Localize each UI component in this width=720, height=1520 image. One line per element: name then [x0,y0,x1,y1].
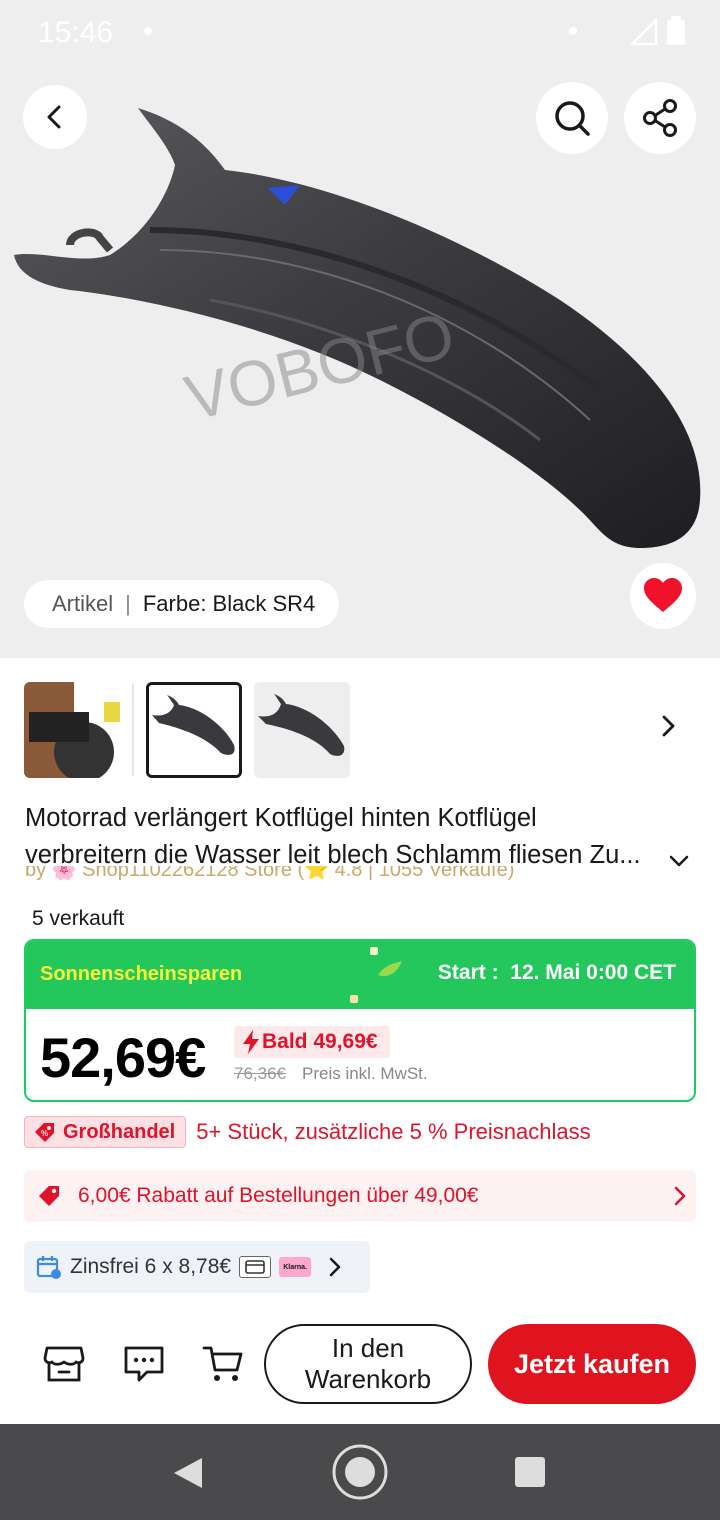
variant-value: Farbe: Black SR4 [142,591,316,616]
tag-icon: % [35,1123,54,1142]
status-time: 15:46 [38,16,114,49]
bulk-text: 5+ Stück, zusätzliche 5 % Preisnachlass [196,1119,591,1144]
product-title[interactable]: Motorrad verlängert Kotflügel hinten Kot… [25,800,685,874]
add-to-cart-button[interactable]: In den Warenkorb [264,1324,472,1404]
tax-note: Preis inkl. MwSt. [302,1064,428,1083]
variant-selector[interactable]: Artikel | Farbe: Black SR4 [24,580,340,628]
current-price: 52,69€ [40,1026,206,1089]
product-image: VOBOFO [14,108,701,548]
chevron-right-icon [674,1186,686,1206]
leaf-decoration-icon [350,947,402,1003]
thumbnail-strip [0,680,720,780]
thumbnail-image [24,682,120,778]
back-icon [47,105,61,129]
notification-dot [144,27,152,35]
variant-label: Artikel [52,591,114,616]
promo-header: Sonnenscheinsparen Start : 12. Mai 0:00 … [26,941,694,1009]
coupon-banner[interactable]: 6,00€ Rabatt auf Bestellungen über 49,00… [24,1170,696,1222]
cart-button[interactable] [201,1342,245,1386]
promo-start-value: 12. Mai 0:00 CET [510,961,676,984]
search-icon [555,101,590,136]
coupon-icon [39,1186,59,1206]
share-button[interactable] [624,82,696,154]
installment-banner[interactable]: Zinsfrei 6 x 8,78€ Klarna. [24,1241,370,1293]
store-button[interactable] [42,1342,86,1386]
bulk-badge-label: Großhandel [63,1120,176,1143]
card-icon [239,1256,272,1278]
bulk-badge: % Großhandel [24,1116,187,1148]
sold-count: 5 verkauft [32,907,125,930]
nav-back-icon[interactable] [172,1456,204,1490]
soon-price: Bald 49,69€ [262,1030,378,1053]
calendar-icon [36,1256,61,1279]
chat-button[interactable] [122,1342,166,1386]
wishlist-button[interactable] [630,563,696,629]
thumbnail-image [254,682,350,778]
coupon-text: 6,00€ Rabatt auf Bestellungen über 49,00… [78,1184,479,1207]
thumbnail-2-selected[interactable] [146,682,242,778]
store-info-text: by 🌸 Shop1102262128 Store (⭐ 4.8 | 1055 … [25,866,515,881]
signal-icon [630,18,658,46]
thumbnail-divider [132,684,134,776]
installment-text: Zinsfrei 6 x 8,78€ [70,1255,232,1278]
buy-now-button[interactable]: Jetzt kaufen [488,1324,696,1404]
promo-name: Sonnenscheinsparen [40,963,243,985]
heart-icon [644,578,682,612]
promo-start: Start : 12. Mai 0:00 CET [438,961,676,985]
svg-text:%: % [41,1129,48,1138]
status-dot-icon [569,27,577,35]
product-image-gallery[interactable]: VOBOFO 15:46 Artikel | Farbe: Black SR4 [0,0,720,658]
chevron-right-icon[interactable] [656,714,680,738]
store-icon [43,1346,85,1382]
nav-home-icon[interactable] [331,1443,389,1501]
store-info[interactable]: by 🌸 Shop1102262128 Store (⭐ 4.8 | 1055 … [25,866,665,886]
cart-icon [202,1346,243,1381]
promo-start-label: Start : [437,961,499,984]
chat-icon [124,1346,164,1382]
original-price: 76,36€ [234,1064,286,1083]
system-navigation-bar [0,1424,720,1520]
nav-recents-icon[interactable] [514,1456,546,1488]
chevron-right-icon [329,1257,341,1277]
product-title-line-1: Motorrad verlängert Kotflügel hinten Kot… [25,804,537,832]
lightning-icon [243,1030,259,1054]
bulk-discount: % Großhandel 5+ Stück, zusätzliche 5 % P… [24,1116,591,1148]
back-button[interactable] [23,85,87,149]
thumbnail-image [149,685,239,775]
soon-price-badge: Bald 49,69€ [234,1026,390,1058]
battery-icon [667,16,685,45]
thumbnail-1[interactable] [24,682,120,778]
search-button[interactable] [536,82,608,154]
variant-separator: | [125,591,131,616]
thumbnail-3[interactable] [254,682,350,778]
chevron-down-icon[interactable] [668,850,690,872]
klarna-logo: Klarna. [279,1257,312,1277]
bottom-action-bar: In den Warenkorb Jetzt kaufen [0,1312,720,1424]
status-bar: 15:46 [0,0,720,64]
promo-box: Sonnenscheinsparen Start : 12. Mai 0:00 … [24,939,696,1102]
share-icon [643,99,677,137]
